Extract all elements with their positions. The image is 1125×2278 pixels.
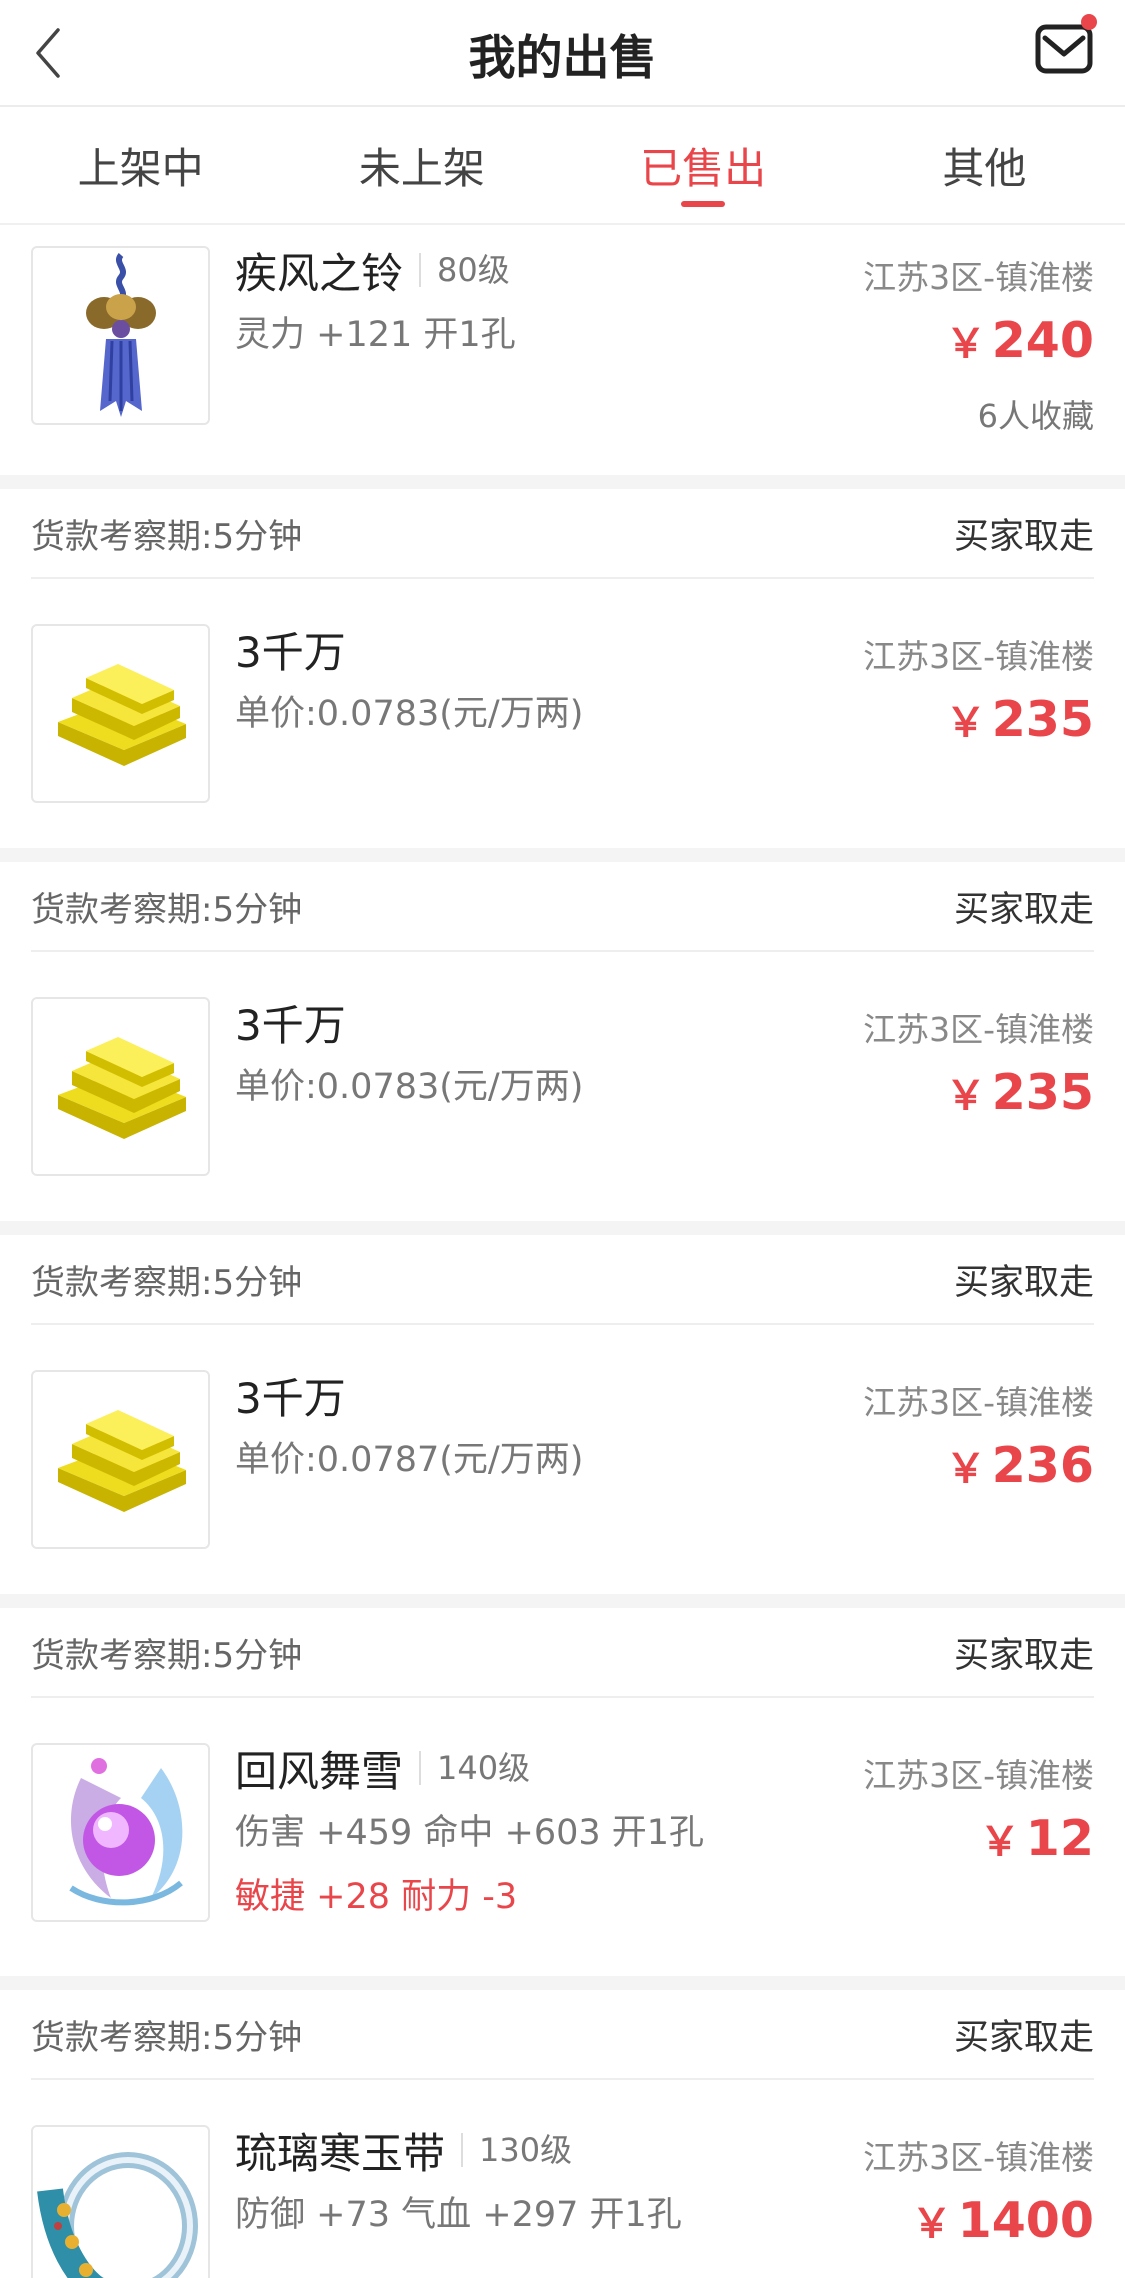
- price-value: 235: [991, 691, 1094, 748]
- item-extra-attributes: 敏捷 +28 耐力 -3: [235, 1877, 518, 1917]
- item-name: 3千万: [235, 1000, 346, 1050]
- settlement-period: 货款考察期:5分钟: [31, 1635, 303, 1676]
- server-label: 江苏3区-镇淮楼: [863, 1756, 1094, 1795]
- price-label: ￥ 236: [946, 1436, 1094, 1494]
- price-label: ￥ 235: [946, 1063, 1094, 1121]
- gold-bars-icon: [57, 1036, 186, 1139]
- item-thumbnail: [31, 1370, 210, 1549]
- bell-pendant-icon: [85, 252, 156, 417]
- settlement-period: 货款考察期:5分钟: [31, 889, 303, 930]
- item-meta-row: 货款考察期:5分钟 买家取走: [31, 1608, 1094, 1698]
- divider: [0, 1221, 1125, 1235]
- tab-sold[interactable]: 已售出: [563, 107, 844, 223]
- item-meta-row: 货款考察期:5分钟 买家取走: [31, 1235, 1094, 1325]
- server-label: 江苏3区-镇淮楼: [863, 1010, 1094, 1049]
- item-level: 80级: [419, 253, 510, 287]
- item-info: 疾风之铃 80级 灵力 +121 开1孔 江苏3区-镇淮楼 ￥ 240 6人收藏: [235, 245, 1094, 436]
- price-value: 1400: [957, 2192, 1094, 2249]
- price-label: ￥ 235: [946, 690, 1094, 748]
- price-value: 235: [991, 1064, 1094, 1121]
- item-info: 回风舞雪 140级 伤害 +459 命中 +603 开1孔 敏捷 +28 耐力 …: [235, 1743, 1094, 1919]
- tab-other[interactable]: 其他: [844, 107, 1125, 223]
- mail-icon: [1035, 24, 1093, 74]
- trade-status: 买家取走: [953, 516, 1094, 557]
- item-name: 疾风之铃: [235, 248, 404, 298]
- divider: [0, 475, 1125, 489]
- server-label: 江苏3区-镇淮楼: [863, 637, 1094, 676]
- trade-status: 买家取走: [953, 889, 1094, 930]
- item-thumbnail: [31, 624, 210, 803]
- price-label: ￥ 12: [980, 1809, 1094, 1867]
- active-tab-indicator: [681, 201, 726, 207]
- item-name: 回风舞雪: [235, 1746, 404, 1796]
- jade-belt-icon: [36, 2151, 198, 2278]
- item-level: 130级: [461, 2133, 572, 2167]
- settlement-period: 货款考察期:5分钟: [31, 516, 303, 557]
- item-thumbnail: [31, 997, 210, 1176]
- list-item[interactable]: 货款考察期:5分钟 买家取走 3千万 单价:0.0787(元/万两) 江苏3区-…: [0, 1235, 1125, 1594]
- currency-symbol: ￥: [911, 2201, 952, 2247]
- item-meta-row: 货款考察期:5分钟 买家取走: [31, 1990, 1094, 2080]
- tab-label: 已售出: [640, 143, 767, 193]
- tab-label: 上架中: [77, 143, 204, 193]
- server-label: 江苏3区-镇淮楼: [863, 1383, 1094, 1422]
- currency-symbol: ￥: [945, 321, 986, 367]
- price-value: 236: [991, 1437, 1094, 1494]
- list-item[interactable]: 货款考察期:5分钟 买家取走 3千万 单价:0.0783(元/万两) 江苏3区-…: [0, 489, 1125, 848]
- settlement-period: 货款考察期:5分钟: [31, 1262, 303, 1303]
- item-info: 3千万 单价:0.0783(元/万两) 江苏3区-镇淮楼 ￥ 235: [235, 624, 1094, 749]
- price-label: ￥ 240: [946, 311, 1094, 369]
- price-value: 12: [1025, 1810, 1094, 1867]
- settlement-period: 货款考察期:5分钟: [31, 2017, 303, 2058]
- notification-badge: [1081, 14, 1097, 30]
- item-name: 3千万: [235, 1373, 346, 1423]
- tab-label: 其他: [942, 143, 1027, 193]
- item-name: 3千万: [235, 627, 346, 677]
- price-value: 240: [991, 312, 1094, 369]
- item-info: 琉璃寒玉带 130级 防御 +73 气血 +297 开1孔 江苏3区-镇淮楼 ￥…: [235, 2125, 1094, 2250]
- list-item[interactable]: 货款考察期:5分钟 买家取走 回风舞雪 140级 伤害 +459 命中 +603…: [0, 1608, 1125, 1976]
- tab-listed[interactable]: 上架中: [0, 107, 281, 223]
- gold-bars-icon: [57, 663, 186, 766]
- currency-symbol: ￥: [945, 700, 986, 746]
- item-info: 3千万 单价:0.0787(元/万两) 江苏3区-镇淮楼 ￥ 236: [235, 1370, 1094, 1495]
- item-thumbnail: [31, 246, 210, 425]
- price-label: ￥ 1400: [912, 2191, 1094, 2249]
- favorites-count: 6人收藏: [977, 397, 1094, 435]
- item-name: 琉璃寒玉带: [235, 2128, 446, 2178]
- gold-bars-icon: [57, 1409, 186, 1512]
- currency-symbol: ￥: [945, 1446, 986, 1492]
- trade-status: 买家取走: [953, 1262, 1094, 1303]
- app-root: 我的出售 上架中 未上架 已售出 其他 疾风之铃 80级 灵力 +121 开1孔…: [0, 0, 1125, 2278]
- list-item[interactable]: 疾风之铃 80级 灵力 +121 开1孔 江苏3区-镇淮楼 ￥ 240 6人收藏: [0, 225, 1125, 475]
- tab-label: 未上架: [358, 143, 485, 193]
- item-attributes: 伤害 +459 命中 +603 开1孔: [235, 1813, 705, 1853]
- tab-bar: 上架中 未上架 已售出 其他: [0, 107, 1125, 225]
- mail-button[interactable]: [1033, 12, 1099, 82]
- item-thumbnail: [31, 1743, 210, 1922]
- list-item[interactable]: 货款考察期:5分钟 买家取走 3千万 单价:0.0783(元/万两) 江苏3区-…: [0, 862, 1125, 1221]
- server-label: 江苏3区-镇淮楼: [863, 2138, 1094, 2177]
- item-thumbnail: [31, 2125, 210, 2278]
- trade-status: 买家取走: [953, 2017, 1094, 2058]
- item-info: 3千万 单价:0.0783(元/万两) 江苏3区-镇淮楼 ￥ 235: [235, 997, 1094, 1122]
- currency-symbol: ￥: [945, 1073, 986, 1119]
- server-label: 江苏3区-镇淮楼: [863, 258, 1094, 297]
- trade-status: 买家取走: [953, 1635, 1094, 1676]
- item-meta-row: 货款考察期:5分钟 买家取走: [31, 862, 1094, 952]
- item-level: 140级: [419, 1751, 530, 1785]
- divider: [0, 1594, 1125, 1608]
- top-bar: 我的出售: [0, 0, 1125, 107]
- page-title: 我的出售: [468, 31, 657, 86]
- currency-symbol: ￥: [979, 1819, 1020, 1865]
- divider: [0, 1976, 1125, 1990]
- magic-orb-icon: [68, 1757, 183, 1905]
- list-item[interactable]: 货款考察期:5分钟 买家取走 琉璃寒玉带 130级 防御 +73 气血 +297…: [0, 1990, 1125, 2278]
- divider: [0, 848, 1125, 862]
- item-meta-row: 货款考察期:5分钟 买家取走: [31, 489, 1094, 579]
- tab-unlisted[interactable]: 未上架: [281, 107, 562, 223]
